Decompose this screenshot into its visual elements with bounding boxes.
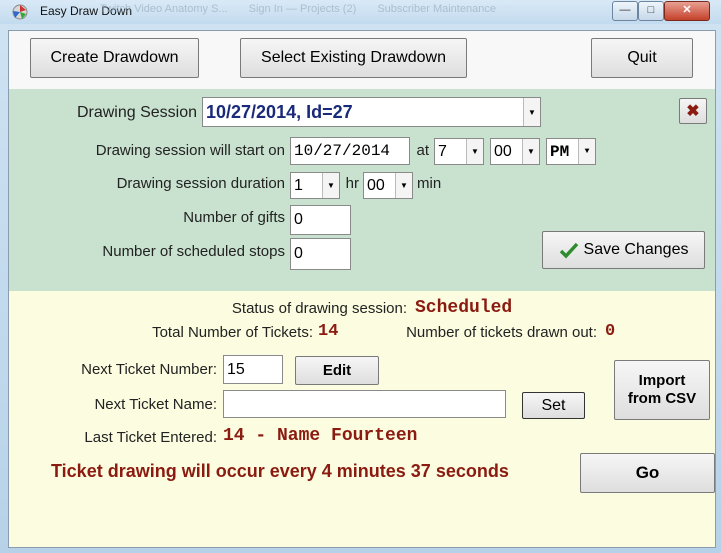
- app-icon: [12, 4, 28, 20]
- title-bar[interactable]: Easy Draw Down Twitch Video Anatomy S...…: [0, 0, 721, 24]
- gifts-field[interactable]: 0: [290, 205, 351, 235]
- start-ampm-value: PM: [550, 142, 570, 161]
- import-label-line1: Import: [638, 372, 686, 389]
- close-button[interactable]: ✕: [664, 1, 710, 21]
- hr-label: hr: [345, 175, 359, 192]
- minimize-button[interactable]: —: [612, 1, 638, 21]
- set-button[interactable]: Set: [522, 392, 585, 419]
- start-minute-value: 00: [494, 142, 512, 160]
- start-date-label: Drawing session will start on: [95, 142, 285, 159]
- gifts-label: Number of gifts: [183, 209, 285, 226]
- background-tab: Twitch Video Anatomy S...: [100, 3, 228, 15]
- start-date-field[interactable]: 10/27/2014: [290, 137, 410, 165]
- go-button[interactable]: Go: [580, 453, 715, 493]
- chevron-down-icon: ▼: [578, 139, 595, 164]
- chevron-down-icon: ▼: [395, 173, 412, 198]
- save-changes-label: Save Changes: [583, 241, 689, 258]
- status-label: Status of drawing session:: [231, 300, 407, 317]
- session-settings-panel: Drawing Session 10/27/2014, Id=27 ▼ ✖ Dr…: [9, 89, 715, 291]
- background-tab: Sign In — Projects (2): [248, 3, 357, 15]
- drawing-status-panel: Status of drawing session: Scheduled Tot…: [9, 291, 715, 547]
- start-hour-value: 7: [438, 142, 447, 160]
- background-tab: Subscriber Maintenance: [377, 3, 496, 15]
- duration-hour-value: 1: [294, 176, 303, 194]
- next-ticket-name-field[interactable]: [223, 390, 506, 418]
- save-changes-button[interactable]: Save Changes: [542, 231, 705, 269]
- next-ticket-number-label: Next Ticket Number:: [81, 361, 217, 378]
- select-existing-drawdown-button[interactable]: Select Existing Drawdown: [240, 38, 467, 78]
- scheduled-stops-label: Number of scheduled stops: [102, 243, 285, 260]
- chevron-down-icon: ▼: [522, 139, 539, 164]
- edit-button[interactable]: Edit: [295, 356, 379, 385]
- import-label-line2: from CSV: [627, 390, 697, 407]
- last-ticket-label: Last Ticket Entered:: [84, 429, 217, 446]
- total-tickets-label: Total Number of Tickets:: [152, 324, 313, 341]
- status-value: Scheduled: [415, 298, 513, 318]
- app-window: Easy Draw Down Twitch Video Anatomy S...…: [0, 0, 721, 553]
- at-label: at: [416, 142, 429, 159]
- start-hour-select[interactable]: 7 ▼: [434, 138, 484, 165]
- next-ticket-name-label: Next Ticket Name:: [94, 396, 217, 413]
- tickets-drawn-value: 0: [605, 322, 616, 341]
- start-minute-select[interactable]: 00 ▼: [490, 138, 540, 165]
- chevron-down-icon: ▼: [322, 173, 339, 198]
- maximize-button[interactable]: □: [638, 1, 664, 21]
- tickets-drawn-label: Number of tickets drawn out:: [406, 324, 597, 341]
- drawing-interval-message: Ticket drawing will occur every 4 minute…: [51, 461, 509, 481]
- quit-button[interactable]: Quit: [591, 38, 693, 78]
- total-tickets-value: 14: [318, 322, 339, 341]
- duration-label: Drawing session duration: [116, 175, 285, 192]
- last-ticket-value: 14 - Name Fourteen: [223, 426, 418, 446]
- client-area: Create Drawdown Select Existing Drawdown…: [8, 30, 716, 548]
- min-label: min: [417, 175, 442, 192]
- drawing-session-label: Drawing Session: [76, 104, 197, 121]
- duration-hour-select[interactable]: 1 ▼: [290, 172, 340, 199]
- drawing-session-value: 10/27/2014, Id=27: [206, 101, 353, 122]
- background-tabs: Twitch Video Anatomy S... Sign In — Proj…: [100, 3, 570, 19]
- drawing-session-select[interactable]: 10/27/2014, Id=27 ▼: [202, 97, 541, 127]
- start-ampm-select[interactable]: PM ▼: [546, 138, 596, 165]
- scheduled-stops-field[interactable]: 0: [290, 238, 351, 270]
- duration-minute-value: 00: [367, 176, 385, 194]
- chevron-down-icon: ▼: [466, 139, 483, 164]
- close-session-button[interactable]: ✖: [679, 98, 707, 124]
- duration-minute-select[interactable]: 00 ▼: [363, 172, 413, 199]
- import-from-csv-button[interactable]: Import from CSV: [614, 360, 710, 420]
- create-drawdown-button[interactable]: Create Drawdown: [30, 38, 199, 78]
- chevron-down-icon: ▼: [523, 98, 540, 126]
- checkmark-icon: [559, 242, 578, 259]
- next-ticket-number-field[interactable]: 15: [223, 355, 283, 384]
